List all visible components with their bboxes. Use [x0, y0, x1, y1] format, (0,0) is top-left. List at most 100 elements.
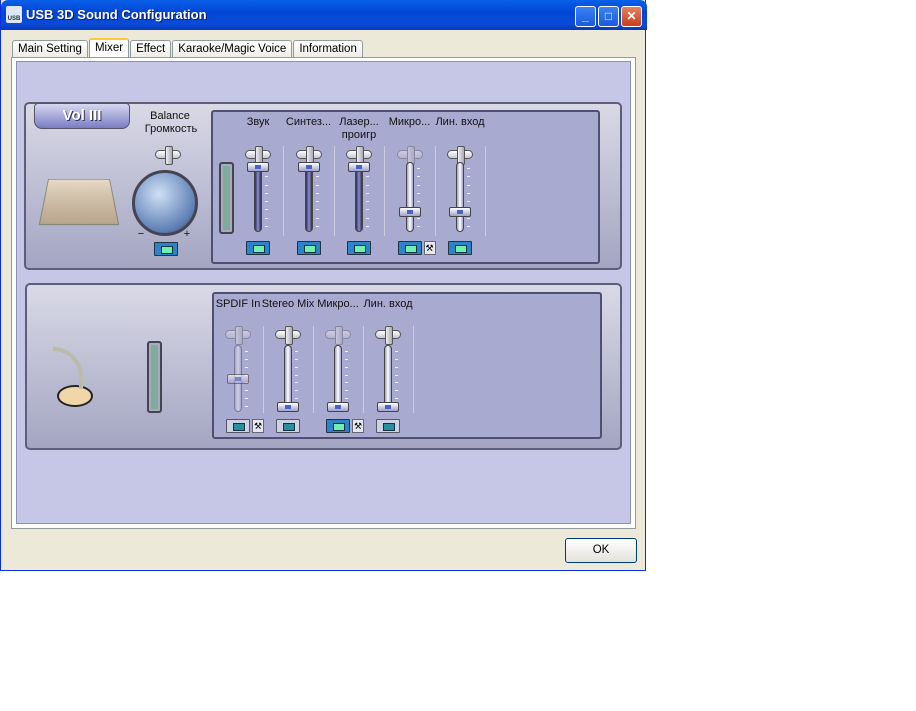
ok-button[interactable]: OK — [565, 538, 637, 563]
channel-select-button[interactable] — [226, 419, 250, 433]
volume-tick — [295, 366, 298, 368]
channel-volume-thumb[interactable] — [297, 162, 320, 172]
advanced-settings-icon[interactable]: ⚒ — [252, 419, 264, 433]
channel-volume-thumb[interactable] — [327, 402, 349, 412]
volume-tick — [345, 374, 348, 376]
channel-balance-slider[interactable] — [275, 326, 301, 345]
channel-divider — [263, 326, 264, 413]
channel-select-button[interactable] — [246, 241, 270, 255]
channel-divider — [485, 146, 487, 236]
channel-balance-slider[interactable] — [295, 146, 322, 165]
volume-tick — [467, 192, 470, 194]
channel-volume-track[interactable] — [355, 162, 363, 232]
volume-tick — [245, 351, 248, 352]
microphone-icon — [49, 345, 104, 415]
volume-tick — [366, 184, 369, 186]
close-button[interactable]: ✕ — [621, 6, 642, 27]
volume-tick — [265, 217, 268, 219]
volume-tick — [395, 358, 398, 360]
volume-tick — [265, 176, 268, 178]
tab-information[interactable]: Information — [293, 40, 363, 58]
volume-tick — [366, 217, 369, 219]
channel-volume-track[interactable] — [304, 162, 313, 232]
channel-select-button[interactable] — [347, 241, 371, 255]
channel-balance-slider[interactable] — [447, 146, 473, 165]
channel-volume-track[interactable] — [456, 162, 464, 232]
volume-tick — [395, 366, 398, 368]
volume-tick — [315, 201, 319, 203]
volume-tick — [315, 217, 319, 219]
volume-tick — [245, 398, 248, 400]
minimize-button[interactable]: _ — [575, 6, 596, 27]
channel-select-button[interactable] — [296, 241, 321, 255]
volume-tick — [467, 226, 470, 227]
playback-mixer: Звук Синтез... Лазер... проигр Микро... ⚒ Лин… — [211, 110, 600, 264]
window-title: USB 3D Sound Configuration — [26, 7, 207, 22]
volume-tick — [416, 226, 420, 227]
volume-tick — [345, 351, 348, 352]
volume-tick — [366, 226, 369, 227]
volume-tick — [416, 184, 420, 186]
channel-volume-thumb[interactable] — [227, 373, 249, 384]
channel-divider — [434, 146, 436, 236]
master-balance-slider[interactable] — [155, 146, 181, 165]
maximize-button[interactable]: □ — [598, 6, 619, 27]
volume-tick — [265, 184, 268, 186]
channel-select-button[interactable] — [376, 419, 400, 433]
tab-effect[interactable]: Effect — [130, 40, 172, 58]
channel-label: Лин. вход — [435, 116, 485, 128]
volume-tick — [295, 390, 298, 392]
channel-balance-slider[interactable] — [375, 326, 401, 345]
channel-volume-thumb[interactable] — [449, 207, 471, 217]
channel-select-button[interactable] — [448, 241, 472, 255]
volume-tick — [315, 184, 319, 186]
channel-balance-slider[interactable] — [245, 146, 271, 165]
volume-tick — [416, 168, 420, 169]
volume-tick — [345, 382, 348, 384]
channel-select-button[interactable] — [276, 419, 300, 433]
volume-tick — [245, 406, 248, 407]
dialog-window: USB USB 3D Sound Configuration _ □ ✕ Mai… — [0, 0, 647, 571]
volume-tick — [345, 398, 348, 400]
channel-balance-slider[interactable] — [225, 326, 251, 345]
master-volume-knob[interactable] — [132, 170, 198, 236]
channel-volume-thumb[interactable] — [398, 207, 421, 217]
channel-volume-thumb[interactable] — [377, 402, 399, 412]
channel-divider — [313, 326, 314, 413]
channel-divider — [333, 146, 335, 236]
channel-balance-slider[interactable] — [396, 146, 423, 165]
advanced-settings-icon[interactable]: ⚒ — [352, 419, 364, 433]
volume-tick — [395, 351, 398, 352]
channel-divider — [413, 326, 414, 413]
tab-karaoke-magic-voice[interactable]: Karaoke/Magic Voice — [172, 40, 293, 58]
channel-select-button[interactable] — [397, 241, 422, 255]
volume-tick — [416, 192, 420, 194]
recording-group: SPDIF In ⚒ Stereo Mix Микро... ⚒ Лин. вход — [25, 283, 622, 450]
volume-tick — [295, 382, 298, 384]
channel-volume-track[interactable] — [405, 162, 414, 232]
channel-volume-track[interactable] — [254, 162, 262, 232]
channel-volume-thumb[interactable] — [277, 402, 299, 412]
channel-select-button[interactable] — [326, 419, 350, 433]
playback-level-meter — [219, 162, 234, 234]
channel-balance-slider[interactable] — [325, 326, 351, 345]
volume-tick — [366, 209, 369, 211]
volume-tick — [295, 398, 298, 400]
volume-tick — [345, 358, 348, 360]
channel-balance-slider[interactable] — [346, 146, 372, 165]
tab-main-setting[interactable]: Main Setting — [12, 40, 88, 58]
channel-volume-thumb[interactable] — [247, 162, 269, 172]
title-bar[interactable]: USB USB 3D Sound Configuration _ □ ✕ — [1, 0, 647, 30]
advanced-settings-icon[interactable]: ⚒ — [423, 241, 436, 255]
volume-tick — [245, 366, 248, 368]
volume-tick — [265, 192, 268, 194]
volume-tick — [315, 176, 319, 178]
volume-tick — [315, 226, 319, 227]
tab-mixer[interactable]: Mixer — [88, 38, 130, 58]
volume-tick — [345, 390, 348, 392]
master-mute-button[interactable] — [154, 242, 178, 256]
speaker-room-icon — [38, 178, 120, 226]
channel-volume-thumb[interactable] — [348, 162, 370, 172]
volume-tick — [416, 201, 420, 203]
volume-tick — [245, 358, 248, 360]
